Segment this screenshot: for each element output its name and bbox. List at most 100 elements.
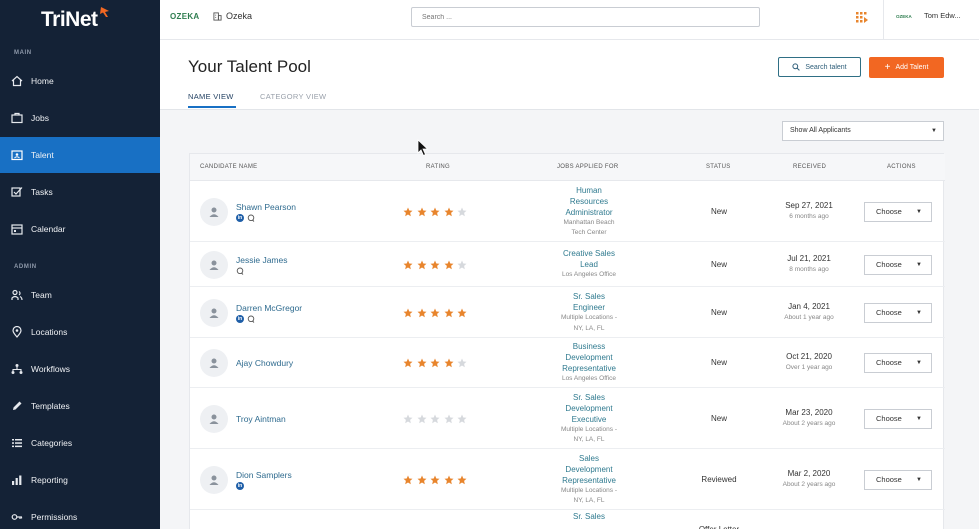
applicant-filter-select[interactable]: Show All Applicants ▼ bbox=[782, 121, 944, 141]
candidate-name-link[interactable]: Troy Aintman bbox=[236, 414, 286, 424]
job-title-link[interactable]: Administrator bbox=[514, 207, 664, 218]
sidebar-item-categories[interactable]: Categories bbox=[0, 425, 160, 461]
job-title-link[interactable]: Development bbox=[514, 403, 664, 414]
company-switcher[interactable]: Ozeka bbox=[213, 11, 252, 21]
actions-choose-select[interactable]: Choose ▼ bbox=[864, 353, 932, 373]
star-filled-icon[interactable] bbox=[403, 475, 413, 485]
star-filled-icon[interactable] bbox=[430, 260, 440, 270]
avatar[interactable] bbox=[200, 404, 228, 433]
star-filled-icon[interactable] bbox=[417, 207, 427, 217]
col-received[interactable]: RECEIVED bbox=[793, 164, 826, 170]
avatar[interactable] bbox=[200, 250, 228, 279]
user-menu[interactable]: Tom Edw... bbox=[924, 11, 961, 20]
job-title-link[interactable]: Representative bbox=[514, 475, 664, 486]
job-title-link[interactable]: Business bbox=[514, 341, 664, 352]
job-title-link[interactable]: Engineer bbox=[514, 302, 664, 313]
star-empty-icon[interactable] bbox=[417, 414, 427, 424]
star-filled-icon[interactable] bbox=[430, 358, 440, 368]
tab-name-view[interactable]: NAME VIEW bbox=[188, 92, 234, 101]
table-row[interactable]: Darren McGregor in Sr. Sales Engineer Multip… bbox=[190, 287, 945, 338]
job-title-link[interactable]: Executive bbox=[514, 414, 664, 425]
search-talent-button[interactable]: Search talent bbox=[778, 57, 861, 77]
table-row[interactable]: Ajay Chowdury Business Development Represen… bbox=[190, 338, 945, 388]
sidebar-item-jobs[interactable]: Jobs bbox=[0, 100, 160, 136]
tab-category-view[interactable]: CATEGORY VIEW bbox=[260, 92, 326, 101]
star-filled-icon[interactable] bbox=[403, 308, 413, 318]
star-filled-icon[interactable] bbox=[417, 358, 427, 368]
avatar[interactable] bbox=[200, 298, 228, 327]
sidebar-item-home[interactable]: Home bbox=[0, 63, 160, 99]
star-filled-icon[interactable] bbox=[417, 308, 427, 318]
sidebar-item-templates[interactable]: Templates bbox=[0, 388, 160, 424]
avatar[interactable] bbox=[200, 349, 228, 377]
star-filled-icon[interactable] bbox=[444, 260, 454, 270]
actions-choose-select[interactable]: Choose ▼ bbox=[864, 254, 932, 275]
star-filled-icon[interactable] bbox=[444, 358, 454, 368]
rating-stars[interactable] bbox=[403, 358, 471, 368]
star-filled-icon[interactable] bbox=[444, 475, 454, 485]
table-row[interactable]: Dion Samplers in Sales Development Represent… bbox=[190, 449, 945, 510]
sidebar-item-tasks[interactable]: Tasks bbox=[0, 174, 160, 210]
table-row[interactable]: Sr. Sales Offer Letter bbox=[190, 510, 945, 529]
candidate-name-link[interactable]: Darren McGregor bbox=[236, 303, 302, 313]
star-filled-icon[interactable] bbox=[457, 308, 467, 318]
actions-choose-select[interactable]: Choose ▼ bbox=[864, 201, 932, 222]
actions-choose-select[interactable]: Choose ▼ bbox=[864, 408, 932, 429]
actions-choose-select[interactable]: Choose ▼ bbox=[864, 469, 932, 490]
star-filled-icon[interactable] bbox=[403, 260, 413, 270]
job-title-link[interactable]: Creative Sales bbox=[514, 248, 664, 259]
star-filled-icon[interactable] bbox=[457, 475, 467, 485]
candidate-name-link[interactable]: Dion Samplers bbox=[236, 470, 292, 480]
sidebar-item-calendar[interactable]: Calendar bbox=[0, 211, 160, 247]
linkedin-icon[interactable]: in bbox=[236, 213, 244, 222]
star-empty-icon[interactable] bbox=[457, 358, 467, 368]
candidate-name-link[interactable]: Ajay Chowdury bbox=[236, 358, 293, 368]
star-empty-icon[interactable] bbox=[403, 414, 413, 424]
job-title-link[interactable]: Representative bbox=[514, 363, 664, 374]
avatar[interactable] bbox=[200, 465, 228, 494]
star-empty-icon[interactable] bbox=[457, 207, 467, 217]
sidebar-item-permissions[interactable]: Permissions bbox=[0, 499, 160, 529]
job-title-link[interactable]: Sr. Sales bbox=[514, 511, 664, 522]
avatar[interactable] bbox=[200, 197, 228, 226]
table-row[interactable]: Shawn Pearson in Human Resources Administrat… bbox=[190, 181, 945, 242]
star-filled-icon[interactable] bbox=[430, 308, 440, 318]
star-empty-icon[interactable] bbox=[457, 414, 467, 424]
star-empty-icon[interactable] bbox=[457, 260, 467, 270]
rating-stars[interactable] bbox=[403, 414, 471, 424]
job-title-link[interactable]: Lead bbox=[514, 259, 664, 270]
job-title-link[interactable]: Development bbox=[514, 464, 664, 475]
star-empty-icon[interactable] bbox=[430, 414, 440, 424]
col-rating[interactable]: RATING bbox=[426, 164, 450, 170]
rating-stars[interactable] bbox=[403, 308, 471, 318]
col-status[interactable]: STATUS bbox=[706, 164, 731, 170]
star-filled-icon[interactable] bbox=[430, 207, 440, 217]
add-talent-button[interactable]: + Add Talent bbox=[869, 57, 944, 78]
candidate-name-link[interactable]: Jessie James bbox=[236, 255, 288, 265]
star-empty-icon[interactable] bbox=[444, 414, 454, 424]
rating-stars[interactable] bbox=[403, 260, 471, 270]
job-title-link[interactable]: Human bbox=[514, 185, 664, 196]
sidebar-item-workflows[interactable]: Workflows bbox=[0, 351, 160, 387]
sidebar-item-locations[interactable]: Locations bbox=[0, 314, 160, 350]
chat-bubble-icon[interactable] bbox=[236, 267, 244, 275]
trinet-logo[interactable]: TriNet bbox=[41, 7, 111, 34]
table-row[interactable]: Jessie James Creative Sales Lead Los Angele… bbox=[190, 242, 945, 287]
job-title-link[interactable]: Resources bbox=[514, 196, 664, 207]
sidebar-item-reporting[interactable]: Reporting bbox=[0, 462, 160, 498]
actions-choose-select[interactable]: Choose ▼ bbox=[864, 302, 932, 323]
company-logo[interactable]: OZEKA bbox=[170, 12, 200, 21]
rating-stars[interactable] bbox=[403, 207, 471, 217]
star-filled-icon[interactable] bbox=[430, 475, 440, 485]
chat-bubble-icon[interactable] bbox=[247, 214, 255, 222]
col-candidate-name[interactable]: CANDIDATE NAME bbox=[200, 164, 257, 170]
sidebar-item-team[interactable]: Team bbox=[0, 277, 160, 313]
sidebar-item-talent[interactable]: Talent bbox=[0, 137, 160, 173]
apps-grid-icon[interactable] bbox=[855, 11, 869, 25]
candidate-name-link[interactable]: Shawn Pearson bbox=[236, 202, 296, 212]
star-filled-icon[interactable] bbox=[444, 207, 454, 217]
rating-stars[interactable] bbox=[403, 475, 471, 485]
job-title-link[interactable]: Sales bbox=[514, 453, 664, 464]
star-filled-icon[interactable] bbox=[444, 308, 454, 318]
job-title-link[interactable]: Sr. Sales bbox=[514, 392, 664, 403]
